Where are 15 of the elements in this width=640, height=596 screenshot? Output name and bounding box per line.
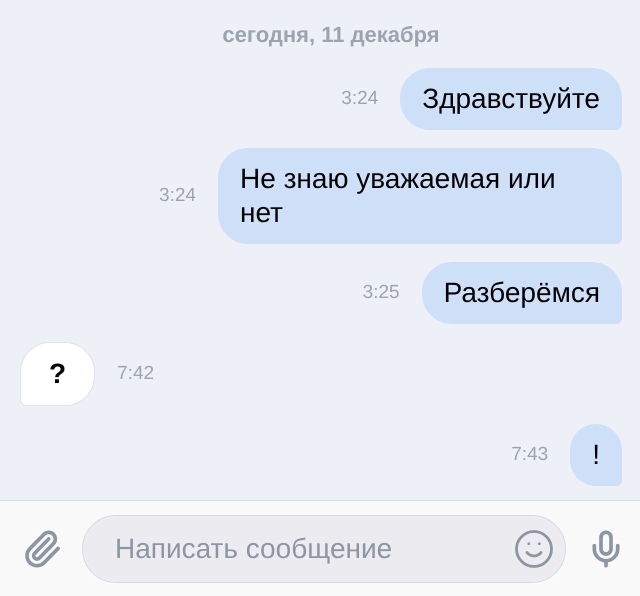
message-input[interactable]: Написать сообщение (113, 532, 513, 566)
message-time: 7:43 (511, 444, 548, 466)
message-time: 3:24 (341, 88, 378, 110)
message-time: 3:25 (362, 282, 400, 304)
outgoing-message: Разберёмся (422, 262, 622, 324)
outgoing-message: ! (570, 424, 622, 486)
date-header: сегодня, 11 декабря (222, 22, 440, 48)
message-field[interactable]: Написать сообщение (82, 514, 566, 582)
message-time: 7:42 (117, 363, 154, 385)
outgoing-message: Здравствуйте (400, 68, 622, 130)
outgoing-message: Не знаю уважаемая или нет (218, 148, 622, 244)
message-time: 3:24 (159, 185, 196, 207)
smiley-icon[interactable] (513, 528, 555, 570)
incoming-message: ? (20, 342, 96, 406)
paperclip-icon[interactable] (22, 528, 62, 568)
